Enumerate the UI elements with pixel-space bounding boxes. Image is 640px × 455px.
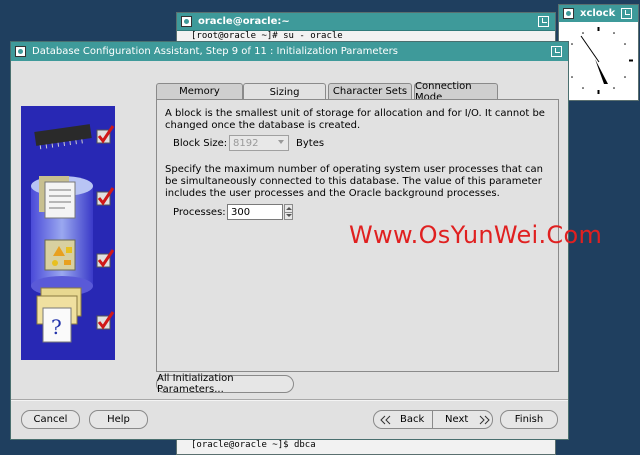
- block-size-select[interactable]: 8192: [229, 135, 289, 151]
- processes-label: Processes:: [173, 207, 226, 218]
- help-button[interactable]: Help: [89, 410, 148, 429]
- window-menu-icon[interactable]: [563, 8, 574, 19]
- spin-up-icon[interactable]: [286, 207, 292, 210]
- cancel-button[interactable]: Cancel: [21, 410, 80, 429]
- window-menu-icon[interactable]: [15, 46, 26, 57]
- maximize-icon[interactable]: [621, 8, 632, 19]
- watermark-text: Www.OsYunWei.Com: [349, 221, 603, 249]
- tab-connection-mode[interactable]: Connection Mode: [414, 81, 498, 103]
- hour-hand: [595, 59, 608, 84]
- back-button[interactable]: Back: [373, 410, 433, 429]
- tab-memory[interactable]: Memory: [156, 83, 243, 99]
- next-button[interactable]: Next: [432, 410, 493, 429]
- tab-character-sets[interactable]: Character Sets: [328, 83, 412, 99]
- block-description: A block is the smallest unit of storage …: [165, 108, 545, 131]
- xclock-title: xclock: [580, 8, 616, 19]
- next-button-label: Next: [445, 414, 469, 425]
- xclock-titlebar[interactable]: xclock: [559, 5, 638, 22]
- terminal-titlebar[interactable]: oracle@oracle:~: [177, 13, 555, 31]
- chevron-right-icon: [479, 415, 491, 424]
- svg-text:?: ?: [51, 315, 62, 339]
- all-init-params-button[interactable]: All Initialization Parameters...: [156, 373, 294, 395]
- block-size-label: Block Size:: [173, 138, 228, 149]
- processes-input[interactable]: 300: [227, 204, 283, 220]
- minute-hand: [580, 35, 600, 63]
- terminal-title: oracle@oracle:~: [198, 16, 290, 27]
- terminal-line-bottom: [oracle@oracle ~]$ dbca: [191, 440, 316, 450]
- dialog-titlebar[interactable]: Database Configuration Assistant, Step 9…: [11, 42, 568, 61]
- tab-sizing[interactable]: Sizing: [243, 83, 326, 100]
- xclock-window[interactable]: xclock: [558, 4, 639, 101]
- spin-down-icon[interactable]: [286, 214, 292, 217]
- maximize-icon[interactable]: [551, 46, 562, 57]
- dialog-title: Database Configuration Assistant, Step 9…: [32, 46, 398, 57]
- processes-spinner[interactable]: [284, 204, 293, 220]
- wizard-graphic-icon: ?: [21, 106, 115, 360]
- maximize-icon[interactable]: [538, 16, 549, 27]
- shapes-card-icon: [44, 239, 76, 271]
- wizard-illustration: ?: [21, 106, 115, 360]
- divider: [11, 399, 568, 401]
- terminal-line-top: [root@oracle ~]# su - oracle: [191, 31, 343, 41]
- clock-face-icon: [564, 27, 633, 94]
- processes-description: Specify the maximum number of operating …: [165, 164, 543, 199]
- window-menu-icon[interactable]: [181, 16, 192, 27]
- finish-button[interactable]: Finish: [500, 410, 558, 429]
- block-size-unit: Bytes: [296, 138, 325, 149]
- block-size-value: 8192: [233, 137, 259, 149]
- back-button-label: Back: [400, 414, 425, 425]
- documents-icon: [39, 176, 76, 219]
- chevron-left-icon: [380, 415, 391, 424]
- chevron-down-icon: [278, 140, 284, 144]
